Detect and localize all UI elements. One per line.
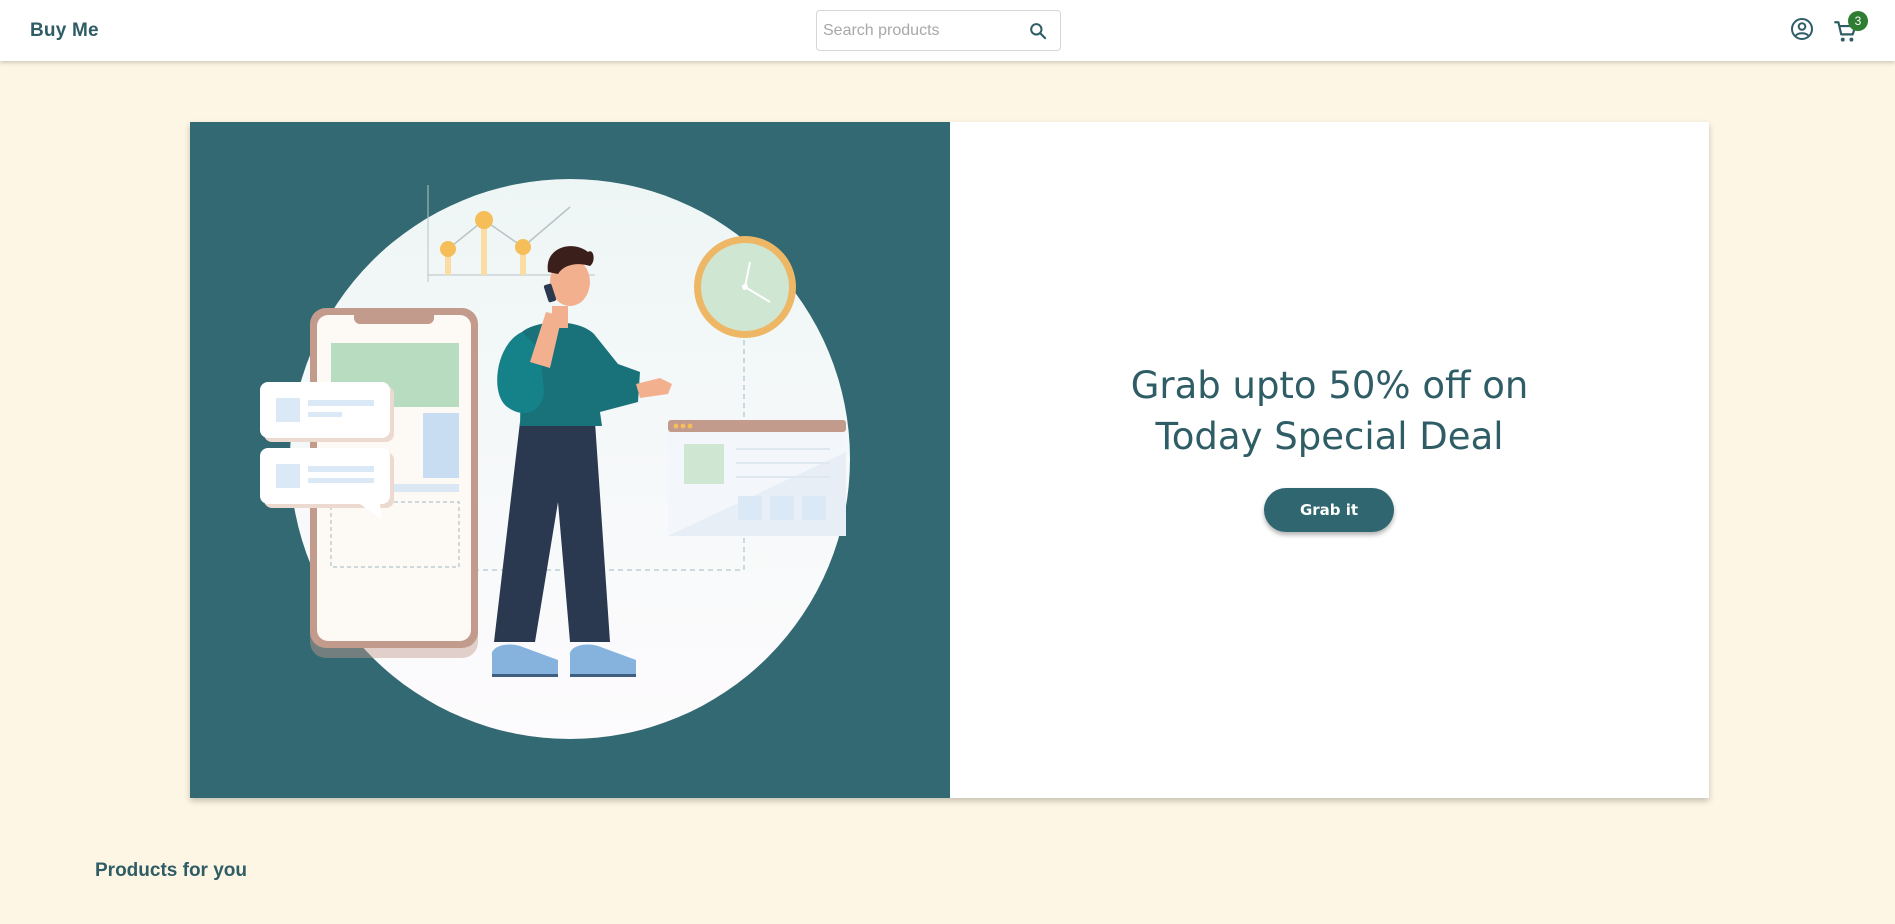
brand-logo[interactable]: Buy Me (30, 20, 99, 42)
banner-promo-panel: Grab upto 50% off on Today Special Deal … (950, 122, 1709, 798)
account-button[interactable] (1789, 16, 1815, 42)
search-icon (1030, 23, 1047, 40)
online-shopping-illustration (260, 179, 850, 739)
search-input[interactable] (823, 19, 1013, 43)
grab-it-button[interactable]: Grab it (1264, 488, 1394, 532)
products-section-title: Products for you (95, 860, 248, 881)
cart-count-badge: 3 (1848, 11, 1868, 31)
promo-banner: Grab upto 50% off on Today Special Deal … (190, 122, 1709, 798)
promo-headline-line1: Grab upto 50% off on (1130, 364, 1529, 407)
search-bar (816, 10, 1061, 51)
promo-headline: Grab upto 50% off on Today Special Deal (950, 360, 1709, 462)
account-circle-icon (1791, 18, 1813, 40)
navbar: Buy Me 3 (0, 0, 1895, 61)
promo-headline-line2: Today Special Deal (1155, 415, 1504, 458)
search-button[interactable] (1025, 19, 1051, 43)
banner-illustration-panel (190, 122, 950, 798)
